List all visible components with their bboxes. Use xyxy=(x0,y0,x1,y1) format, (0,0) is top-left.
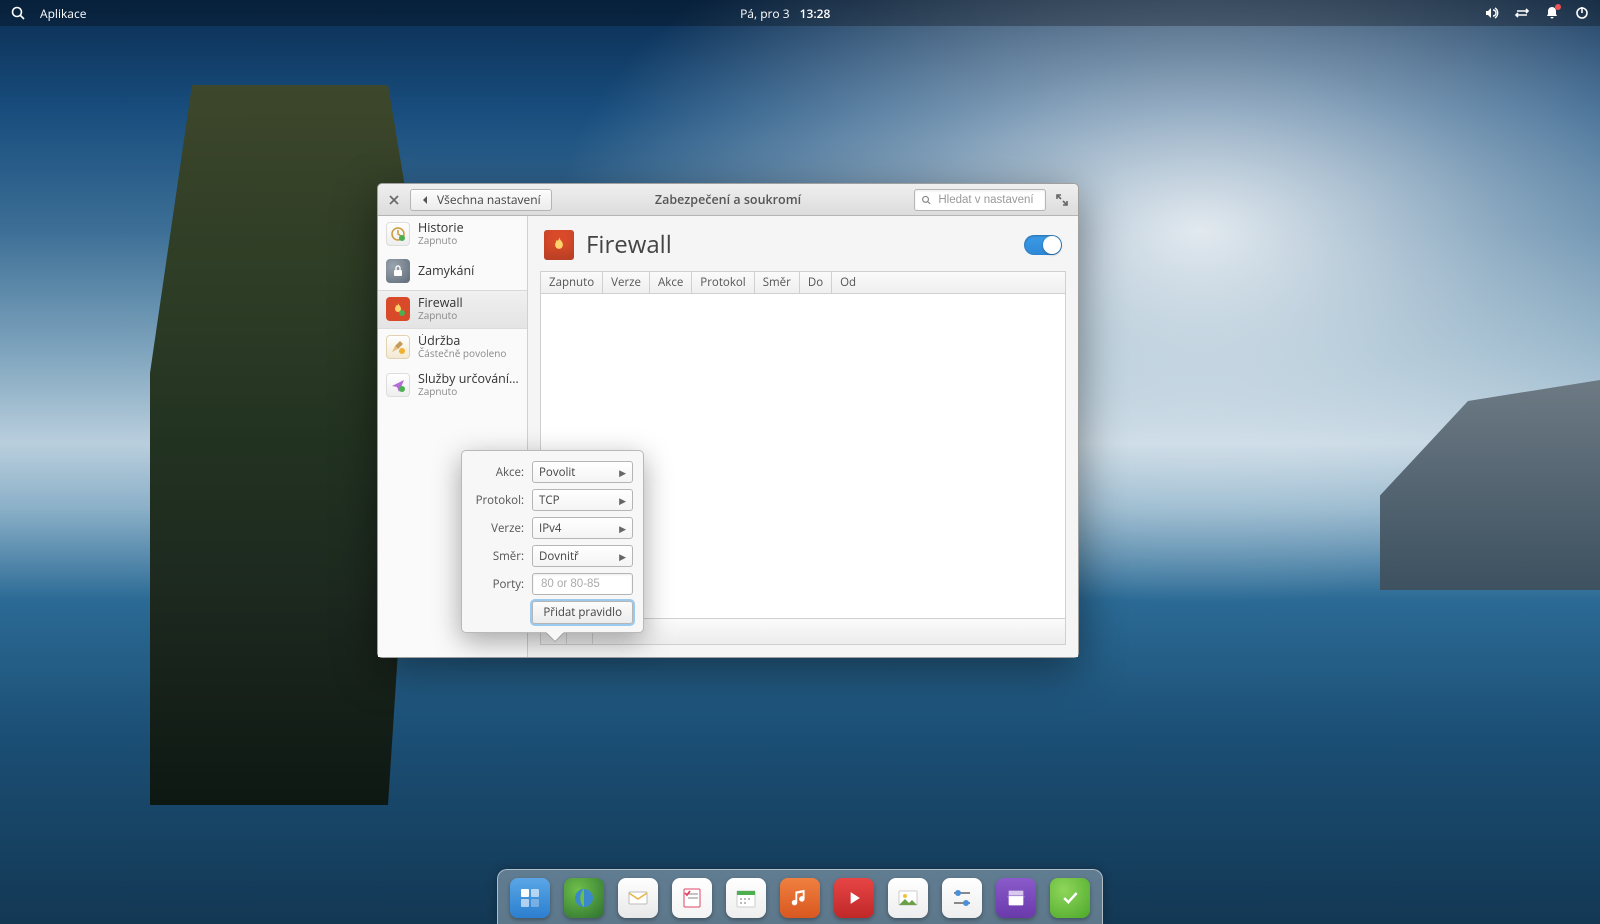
th-action[interactable]: Akce xyxy=(650,272,692,293)
panel-time[interactable]: 13:28 xyxy=(800,5,831,22)
window-titlebar[interactable]: Všechna nastavení Zabezpečení a soukromí xyxy=(378,184,1078,216)
dock-settings-icon[interactable] xyxy=(942,878,982,918)
field-label-ports: Porty: xyxy=(472,577,524,592)
action-value: Povolit xyxy=(539,465,575,480)
th-direction[interactable]: Směr xyxy=(755,272,800,293)
direction-value: Dovnitř xyxy=(539,549,579,564)
table-header: Zapnuto Verze Akce Protokol Směr Do Od xyxy=(541,272,1065,294)
th-enabled[interactable]: Zapnuto xyxy=(541,272,603,293)
notifications-icon[interactable] xyxy=(1544,5,1560,21)
power-icon[interactable] xyxy=(1574,5,1590,21)
field-label-action: Akce: xyxy=(472,465,524,480)
dock-music-icon[interactable] xyxy=(780,878,820,918)
chevron-right-icon: ▶ xyxy=(619,550,626,563)
dock xyxy=(497,869,1103,924)
volume-icon[interactable] xyxy=(1484,5,1500,21)
location-icon xyxy=(386,373,410,397)
chevron-right-icon: ▶ xyxy=(619,466,626,479)
dock-app-center-icon[interactable] xyxy=(996,878,1036,918)
dock-photos-icon[interactable] xyxy=(888,878,928,918)
sidebar-item-history[interactable]: HistorieZapnuto xyxy=(378,216,527,254)
search-icon[interactable] xyxy=(10,5,26,21)
version-value: IPv4 xyxy=(539,521,561,536)
chevron-right-icon: ▶ xyxy=(619,494,626,507)
sidebar-item-sub: Zapnuto xyxy=(418,310,463,322)
direction-select[interactable]: Dovnitř ▶ xyxy=(532,545,633,567)
settings-search-input[interactable] xyxy=(936,193,1039,207)
firewall-toggle[interactable] xyxy=(1024,235,1062,255)
network-icon[interactable] xyxy=(1514,5,1530,21)
protocol-value: TCP xyxy=(539,493,560,508)
sidebar-item-sub: Zapnuto xyxy=(418,235,464,247)
add-rule-popover: Akce: Povolit ▶ Protokol: TCP ▶ Verze: IPv… xyxy=(461,450,644,633)
ports-input-wrapper[interactable] xyxy=(532,573,633,595)
dock-tasks-icon[interactable] xyxy=(672,878,712,918)
panel-date[interactable]: Pá, pro 3 xyxy=(740,5,790,22)
settings-search[interactable] xyxy=(914,189,1046,211)
protocol-select[interactable]: TCP ▶ xyxy=(532,489,633,511)
wallpaper-cliff-right xyxy=(1380,380,1600,590)
page-title: Firewall xyxy=(586,228,672,261)
close-button[interactable] xyxy=(384,190,404,210)
th-to[interactable]: Do xyxy=(800,272,832,293)
field-label-version: Verze: xyxy=(472,521,524,536)
dock-calendar-icon[interactable] xyxy=(726,878,766,918)
applications-menu[interactable]: Aplikace xyxy=(40,5,86,22)
dock-mail-icon[interactable] xyxy=(618,878,658,918)
field-label-direction: Směr: xyxy=(472,549,524,564)
lock-icon xyxy=(386,259,410,283)
ports-input[interactable] xyxy=(539,577,626,591)
broom-icon xyxy=(386,335,410,359)
firewall-icon xyxy=(386,297,410,321)
dock-videos-icon[interactable] xyxy=(834,878,874,918)
sidebar-item-firewall[interactable]: FirewallZapnuto xyxy=(378,290,527,329)
sidebar-item-sub: Částečně povoleno xyxy=(418,348,506,360)
dock-multitasking-icon[interactable] xyxy=(510,878,550,918)
top-panel: Aplikace Pá, pro 3 13:28 xyxy=(0,0,1600,26)
firewall-header-icon xyxy=(544,230,574,260)
back-all-settings-button[interactable]: Všechna nastavení xyxy=(410,189,552,211)
action-select[interactable]: Povolit ▶ xyxy=(532,461,633,483)
th-protocol[interactable]: Protokol xyxy=(692,272,754,293)
history-icon xyxy=(386,222,410,246)
version-select[interactable]: IPv4 ▶ xyxy=(532,517,633,539)
sidebar-item-sub: Zapnuto xyxy=(418,386,519,398)
field-label-protocol: Protokol: xyxy=(472,493,524,508)
sidebar-item-label: Zamykání xyxy=(418,264,474,278)
th-from[interactable]: Od xyxy=(832,272,1065,293)
back-label: Všechna nastavení xyxy=(437,191,541,208)
th-version[interactable]: Verze xyxy=(603,272,650,293)
sidebar-item-location[interactable]: Služby určování po…Zapnuto xyxy=(378,367,527,405)
chevron-right-icon: ▶ xyxy=(619,522,626,535)
dock-browser-icon[interactable] xyxy=(564,878,604,918)
sidebar-item-locking[interactable]: Zamykání xyxy=(378,254,527,290)
dock-updates-icon[interactable] xyxy=(1050,878,1090,918)
sidebar-item-housekeeping[interactable]: ÚdržbaČástečně povoleno xyxy=(378,329,527,367)
maximize-button[interactable] xyxy=(1052,190,1072,210)
add-rule-submit-button[interactable]: Přidat pravidlo xyxy=(532,601,633,624)
